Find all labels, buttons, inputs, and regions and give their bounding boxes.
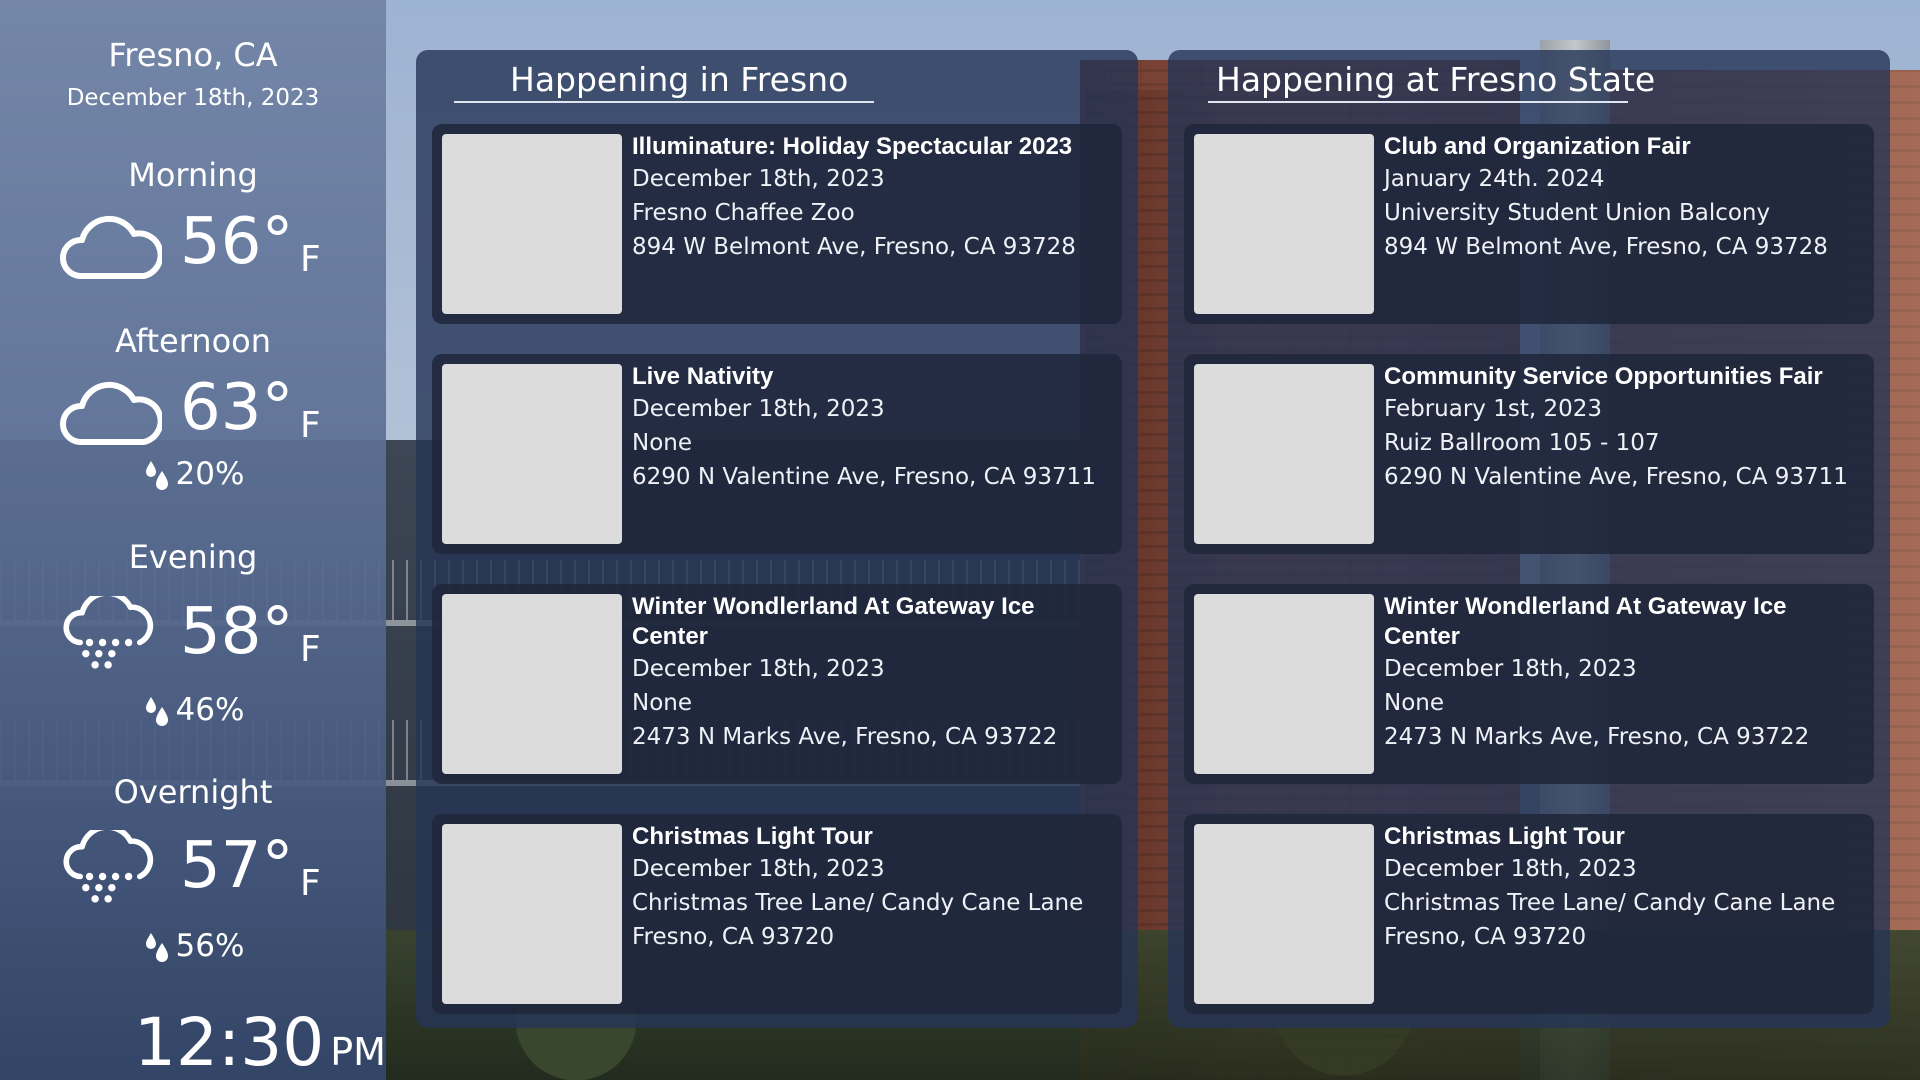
period-label-morning: Morning [128,156,258,194]
event-title: Winter Wondlerland At Gateway Ice Center [632,593,1035,650]
rain-cloud-icon [63,830,154,903]
event-date: December 18th, 2023 [632,396,885,422]
event-venue: University Student Union Balcony [1384,200,1771,226]
title-underline [1208,101,1628,103]
event-date: December 18th, 2023 [1384,856,1637,882]
raindrops-icon [145,460,168,490]
temperature-unit: F [300,863,321,904]
event-address: 894 W Belmont Ave, Fresno, CA 93728 [632,234,1076,260]
event-venue: None [632,430,693,456]
period-label-overnight: Overnight [113,773,273,811]
cloud-icon [59,381,162,445]
event-date: January 24th. 2024 [1384,166,1605,192]
event-address: 2473 N Marks Ave, Fresno, CA 93722 [632,724,1058,750]
weather-sidebar: Fresno, CA December 18th, 2023 Morning 5… [0,0,386,1080]
event-image-placeholder [442,824,622,1004]
event-card[interactable]: Club and Organization Fair January 24th.… [1184,124,1874,324]
rain-cloud-icon [63,596,154,669]
precip-evening: 46% [0,692,386,729]
event-date: December 18th, 2023 [632,166,885,192]
forecast-morning: 56° F [58,205,378,286]
raindrops-icon [145,932,168,962]
period-label-evening: Evening [128,538,258,576]
temperature-unit: F [300,629,321,670]
temperature-evening: 58° [180,595,294,669]
raindrops-icon [145,696,168,726]
event-date: December 18th, 2023 [1384,656,1637,682]
cloud-icon [59,215,162,279]
clock-time: 12:30 [134,1004,325,1080]
forecast-evening: 58° F [58,595,378,676]
event-title: Live Nativity [632,363,774,390]
event-image-placeholder [442,364,622,544]
event-title: Winter Wondlerland At Gateway Ice Center [1384,593,1787,650]
precip-afternoon: 20% [0,456,386,493]
event-venue: None [1384,690,1445,716]
forecast-afternoon: 63° F [58,371,378,452]
temperature-overnight: 57° [180,829,294,903]
title-underline [454,101,874,103]
event-title: Christmas Light Tour [1384,823,1625,850]
panel-title-campus: Happening at Fresno State [1216,60,1656,99]
event-card[interactable]: Winter Wondlerland At Gateway Ice Center… [1184,584,1874,784]
event-title: Christmas Light Tour [632,823,873,850]
events-panel-campus: Happening at Fresno State Club and Organ… [1168,50,1890,1028]
event-venue: Ruiz Ballroom 105 - 107 [1384,430,1660,456]
event-image-placeholder [442,134,622,314]
event-card[interactable]: Illuminature: Holiday Spectacular 2023 D… [432,124,1122,324]
current-date: December 18th, 2023 [66,85,320,111]
event-card[interactable]: Christmas Light Tour December 18th, 2023… [1184,814,1874,1014]
event-title: Community Service Opportunities Fair [1384,363,1823,390]
temperature-afternoon: 63° [180,371,294,445]
event-date: December 18th, 2023 [632,656,885,682]
event-title: Club and Organization Fair [1384,133,1691,160]
event-card[interactable]: Christmas Light Tour December 18th, 2023… [432,814,1122,1014]
temperature-morning: 56° [180,205,294,279]
event-image-placeholder [442,594,622,774]
event-address: 6290 N Valentine Ave, Fresno, CA 93711 [632,464,1096,490]
event-venue: Fresno Chaffee Zoo [632,200,855,226]
period-label-afternoon: Afternoon [115,322,271,360]
event-title: Illuminature: Holiday Spectacular 2023 [632,133,1073,160]
precip-overnight: 56% [0,928,386,965]
clock-ampm: PM [330,1030,386,1074]
event-image-placeholder [1194,594,1374,774]
panel-title-city: Happening in Fresno [510,60,849,99]
event-venue: Christmas Tree Lane/ Candy Cane Lane [1384,890,1836,916]
event-date: February 1st, 2023 [1384,396,1603,422]
temperature-unit: F [300,239,321,280]
events-panel-city: Happening in Fresno Illuminature: Holida… [416,50,1138,1028]
precip-overnight-value: 56% [175,928,245,964]
event-venue: Christmas Tree Lane/ Candy Cane Lane [632,890,1084,916]
event-date: December 18th, 2023 [632,856,885,882]
event-address: 6290 N Valentine Ave, Fresno, CA 93711 [1384,464,1848,490]
clock: 12:30 PM [134,1004,386,1080]
event-address: 894 W Belmont Ave, Fresno, CA 93728 [1384,234,1828,260]
event-card[interactable]: Community Service Opportunities Fair Feb… [1184,354,1874,554]
city-name: Fresno, CA [108,36,278,74]
event-address: Fresno, CA 93720 [1384,924,1587,950]
event-image-placeholder [1194,134,1374,314]
precip-evening-value: 46% [175,692,245,728]
precip-afternoon-value: 20% [175,456,245,492]
event-image-placeholder [1194,364,1374,544]
temperature-unit: F [300,405,321,446]
event-venue: None [632,690,693,716]
event-address: Fresno, CA 93720 [632,924,835,950]
event-image-placeholder [1194,824,1374,1004]
event-address: 2473 N Marks Ave, Fresno, CA 93722 [1384,724,1810,750]
event-card[interactable]: Winter Wondlerland At Gateway Ice Center… [432,584,1122,784]
forecast-overnight: 57° F [58,829,378,910]
event-card[interactable]: Live Nativity December 18th, 2023 None 6… [432,354,1122,554]
